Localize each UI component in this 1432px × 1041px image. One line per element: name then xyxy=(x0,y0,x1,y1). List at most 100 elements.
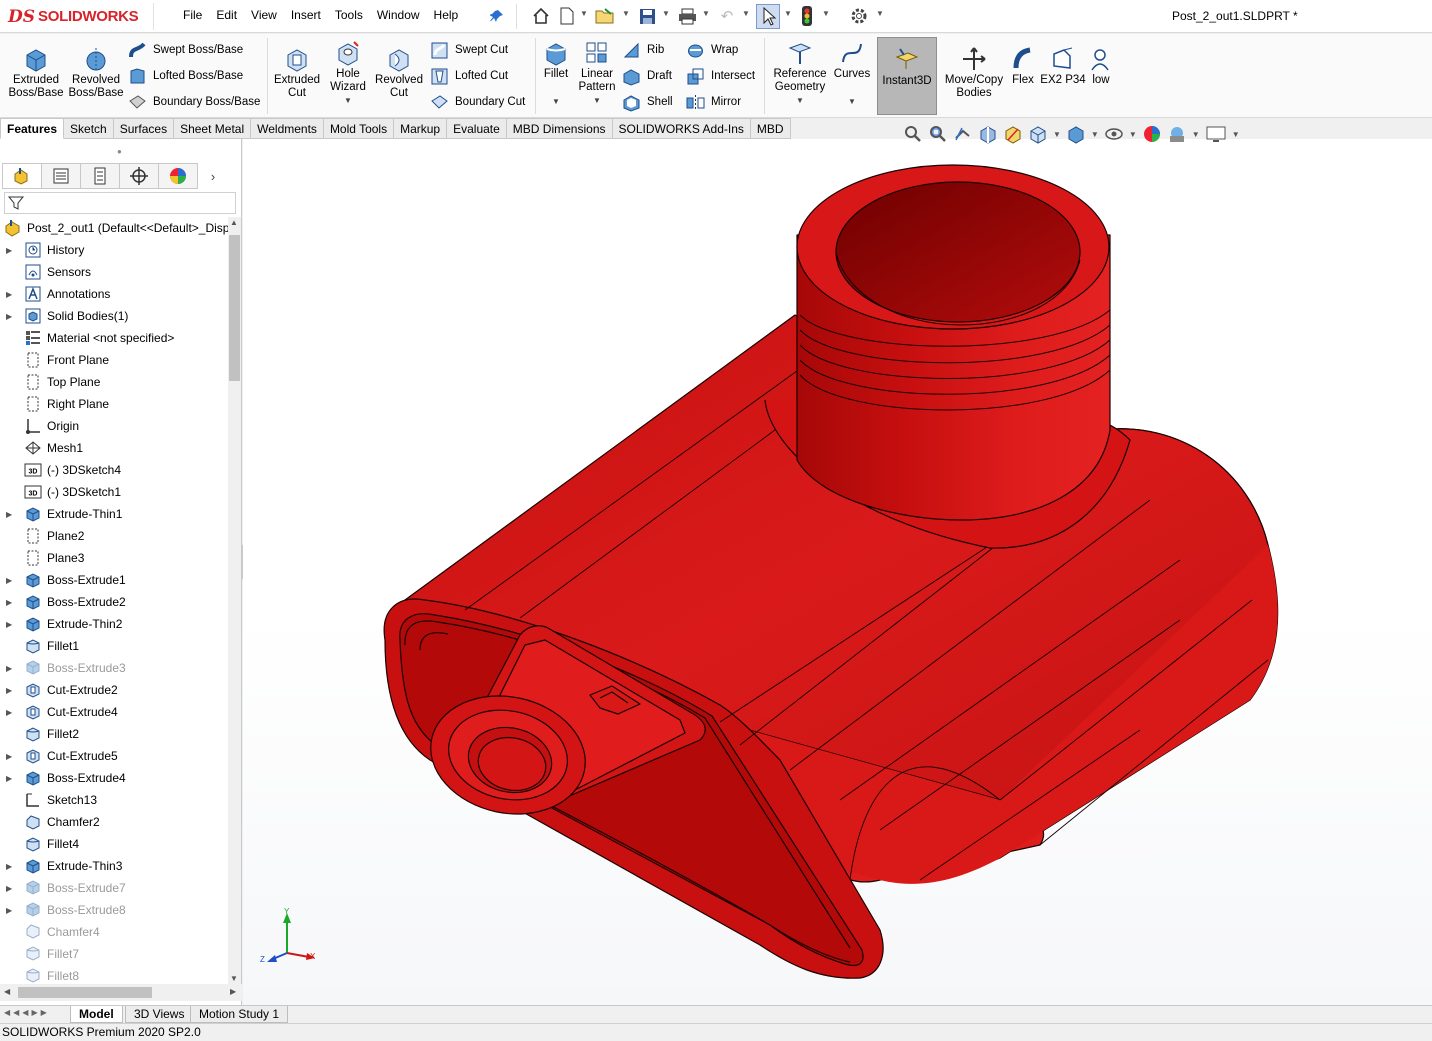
menu-window[interactable]: Window xyxy=(370,8,427,22)
tab-motion-study[interactable]: Motion Study 1 xyxy=(190,1006,289,1023)
expand-arrow-icon[interactable]: ▶ xyxy=(6,598,18,607)
save-icon[interactable] xyxy=(636,6,658,26)
property-manager-tab[interactable] xyxy=(41,163,81,189)
tree-item[interactable]: Sensors xyxy=(0,261,228,283)
tree-item[interactable]: ▶ History xyxy=(0,239,228,261)
scroll-up-icon[interactable]: ▲ xyxy=(230,218,238,227)
tree-item[interactable]: Fillet4 xyxy=(0,833,228,855)
tree-item[interactable]: ▶ Extrude-Thin1 xyxy=(0,503,228,525)
tree-item[interactable]: 3D (-) 3DSketch4 xyxy=(0,459,228,481)
tab-surfaces[interactable]: Surfaces xyxy=(113,118,175,139)
tab-features[interactable]: Features xyxy=(0,118,65,139)
select-tool-button[interactable] xyxy=(756,4,780,29)
tab-scroll-arrows[interactable]: ◀◀◀▶▶ xyxy=(4,1008,50,1017)
chevron-down-icon[interactable]: ▼ xyxy=(702,9,710,18)
tab-sketch[interactable]: Sketch xyxy=(64,118,114,139)
tab-mold-tools[interactable]: Mold Tools xyxy=(323,118,395,139)
chevron-right-icon[interactable]: › xyxy=(197,163,229,189)
tree-item[interactable]: Right Plane xyxy=(0,393,228,415)
wrap-button[interactable]: Wrap xyxy=(686,40,738,60)
chevron-down-icon[interactable]: ▼ xyxy=(580,9,588,18)
expand-arrow-icon[interactable]: ▶ xyxy=(6,862,18,871)
swept-boss-button[interactable]: Swept Boss/Base xyxy=(128,40,243,60)
chevron-down-icon[interactable]: ▼ xyxy=(876,9,884,18)
tree-item[interactable]: Plane2 xyxy=(0,525,228,547)
tree-item[interactable]: Front Plane xyxy=(0,349,228,371)
expand-arrow-icon[interactable]: ▶ xyxy=(6,774,18,783)
tree-item[interactable]: ▶ Boss-Extrude1 xyxy=(0,569,228,591)
intersect-button[interactable]: Intersect xyxy=(686,66,755,86)
expand-arrow-icon[interactable]: ▶ xyxy=(6,686,18,695)
tree-item[interactable]: ▶ Boss-Extrude8 xyxy=(0,899,228,921)
chevron-down-icon[interactable]: ▼ xyxy=(822,9,830,18)
menu-help[interactable]: Help xyxy=(427,8,466,22)
lofted-cut-button[interactable]: Lofted Cut xyxy=(430,66,508,86)
menu-view[interactable]: View xyxy=(244,8,284,22)
options-gear-icon[interactable] xyxy=(848,6,870,26)
tab-mbd[interactable]: MBD xyxy=(750,118,791,139)
undo-icon[interactable]: ↶ xyxy=(716,6,738,26)
tree-item[interactable]: Fillet2 xyxy=(0,723,228,745)
extruded-cut-button[interactable]: Extruded Cut xyxy=(272,46,322,100)
tree-horizontal-scrollbar[interactable]: ◀ ▶ xyxy=(0,984,242,1001)
chevron-down-icon[interactable]: ▼ xyxy=(1129,130,1137,139)
tree-item[interactable]: Chamfer2 xyxy=(0,811,228,833)
revolved-boss-button[interactable]: Revolved Boss/Base xyxy=(69,46,124,100)
tree-item[interactable]: ▶ Boss-Extrude2 xyxy=(0,591,228,613)
expand-arrow-icon[interactable]: ▶ xyxy=(6,312,18,321)
boundary-cut-button[interactable]: Boundary Cut xyxy=(430,92,525,112)
pin-icon[interactable] xyxy=(486,6,508,26)
chevron-down-icon[interactable]: ▼ xyxy=(848,95,856,108)
tree-item[interactable]: 3D (-) 3DSketch1 xyxy=(0,481,228,503)
solidworks-logo[interactable]: DS SOLIDWORKS xyxy=(8,3,154,30)
tree-filter-box[interactable] xyxy=(4,192,236,214)
chevron-down-icon[interactable]: ▼ xyxy=(742,9,750,18)
expand-arrow-icon[interactable]: ▶ xyxy=(6,510,18,519)
tree-item[interactable]: ▶ Extrude-Thin2 xyxy=(0,613,228,635)
tree-item[interactable]: Origin xyxy=(0,415,228,437)
chevron-down-icon[interactable]: ▼ xyxy=(784,9,792,18)
expand-arrow-icon[interactable]: ▶ xyxy=(6,708,18,717)
chevron-down-icon[interactable]: ▼ xyxy=(593,94,601,107)
scroll-right-icon[interactable]: ▶ xyxy=(230,987,236,996)
flex-button[interactable]: Flex xyxy=(1010,46,1036,87)
menu-tools[interactable]: Tools xyxy=(328,8,370,22)
home-icon[interactable] xyxy=(530,6,552,26)
chevron-down-icon[interactable]: ▼ xyxy=(796,94,804,107)
tree-item[interactable]: ▶ Extrude-Thin3 xyxy=(0,855,228,877)
fillet-button[interactable]: Fillet ▼ xyxy=(540,40,572,108)
tree-item[interactable]: Material <not specified> xyxy=(0,327,228,349)
tree-item[interactable]: ▶ Annotations xyxy=(0,283,228,305)
tree-item[interactable]: Fillet7 xyxy=(0,943,228,965)
reference-geometry-button[interactable]: Reference Geometry ▼ xyxy=(770,40,830,107)
new-document-icon[interactable] xyxy=(556,6,578,26)
chevron-down-icon[interactable]: ▼ xyxy=(1091,130,1099,139)
scroll-thumb[interactable] xyxy=(229,235,240,381)
tab-mbd-dimensions[interactable]: MBD Dimensions xyxy=(506,118,613,139)
tab-markup[interactable]: Markup xyxy=(394,118,448,139)
open-folder-icon[interactable] xyxy=(594,6,616,26)
curves-button[interactable]: Curves ▼ xyxy=(832,40,872,108)
tree-item[interactable]: ▶ Boss-Extrude3 xyxy=(0,657,228,679)
swept-cut-button[interactable]: Swept Cut xyxy=(430,40,508,60)
chevron-down-icon[interactable]: ▼ xyxy=(662,9,670,18)
scroll-thumb[interactable] xyxy=(18,987,152,998)
tree-item[interactable]: Fillet1 xyxy=(0,635,228,657)
tree-item[interactable]: ▶ Cut-Extrude4 xyxy=(0,701,228,723)
tree-item[interactable]: ▶ Cut-Extrude2 xyxy=(0,679,228,701)
tab-model[interactable]: Model xyxy=(70,1006,123,1023)
scroll-left-icon[interactable]: ◀ xyxy=(4,987,10,996)
draft-button[interactable]: Draft xyxy=(622,66,672,86)
expand-arrow-icon[interactable]: ▶ xyxy=(6,906,18,915)
menu-file[interactable]: File xyxy=(176,8,209,22)
rib-button[interactable]: Rib xyxy=(622,40,664,60)
expand-arrow-icon[interactable]: ▶ xyxy=(6,290,18,299)
tree-item[interactable]: Top Plane xyxy=(0,371,228,393)
tab-sheet-metal[interactable]: Sheet Metal xyxy=(174,118,252,139)
shell-button[interactable]: Shell xyxy=(622,92,673,112)
tab-evaluate[interactable]: Evaluate xyxy=(447,118,507,139)
mirror-button[interactable]: Mirror xyxy=(686,92,741,112)
tree-item[interactable]: Fillet8 xyxy=(0,965,228,983)
expand-arrow-icon[interactable]: ▶ xyxy=(6,620,18,629)
tree-root-part[interactable]: Post_2_out1 (Default<<Default>_Display S… xyxy=(0,217,228,239)
